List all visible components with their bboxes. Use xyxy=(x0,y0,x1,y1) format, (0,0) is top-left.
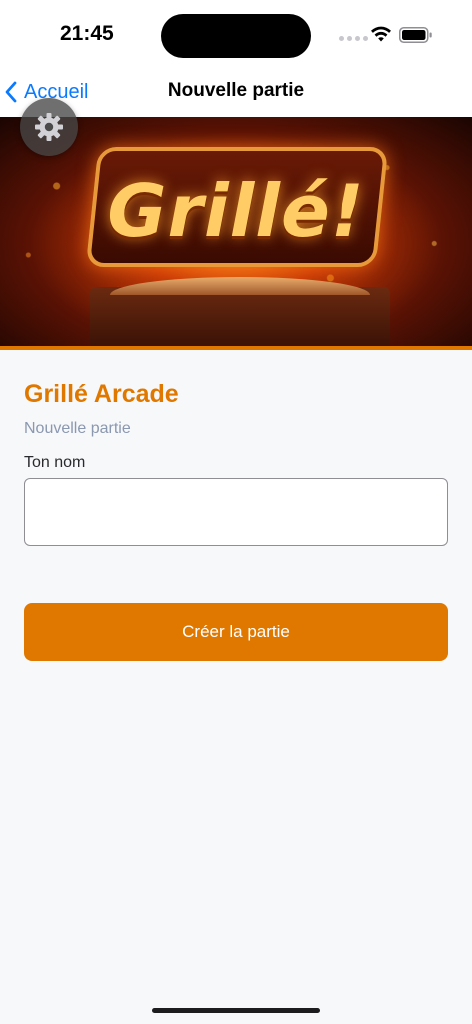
status-time: 21:45 xyxy=(60,22,114,45)
hero-divider xyxy=(0,346,472,350)
hero-book xyxy=(90,277,390,347)
battery-icon xyxy=(399,27,432,43)
status-bar: 21:45 xyxy=(0,0,472,70)
hero-logo: Grillé! xyxy=(107,169,365,253)
gear-icon xyxy=(35,113,63,141)
form-subtitle: Nouvelle partie xyxy=(24,420,131,437)
hero-banner: Grillé! xyxy=(0,117,472,347)
name-input[interactable] xyxy=(24,478,448,546)
page-title: Nouvelle partie xyxy=(167,80,305,101)
settings-button[interactable] xyxy=(20,98,78,156)
cellular-signal-icon xyxy=(339,36,368,41)
app-title: Grillé Arcade xyxy=(24,380,179,408)
home-indicator[interactable] xyxy=(152,1008,320,1013)
wifi-icon xyxy=(371,26,391,42)
create-game-button[interactable]: Créer la partie xyxy=(24,603,448,661)
dynamic-island xyxy=(161,14,311,58)
name-field-label: Ton nom xyxy=(24,454,86,471)
